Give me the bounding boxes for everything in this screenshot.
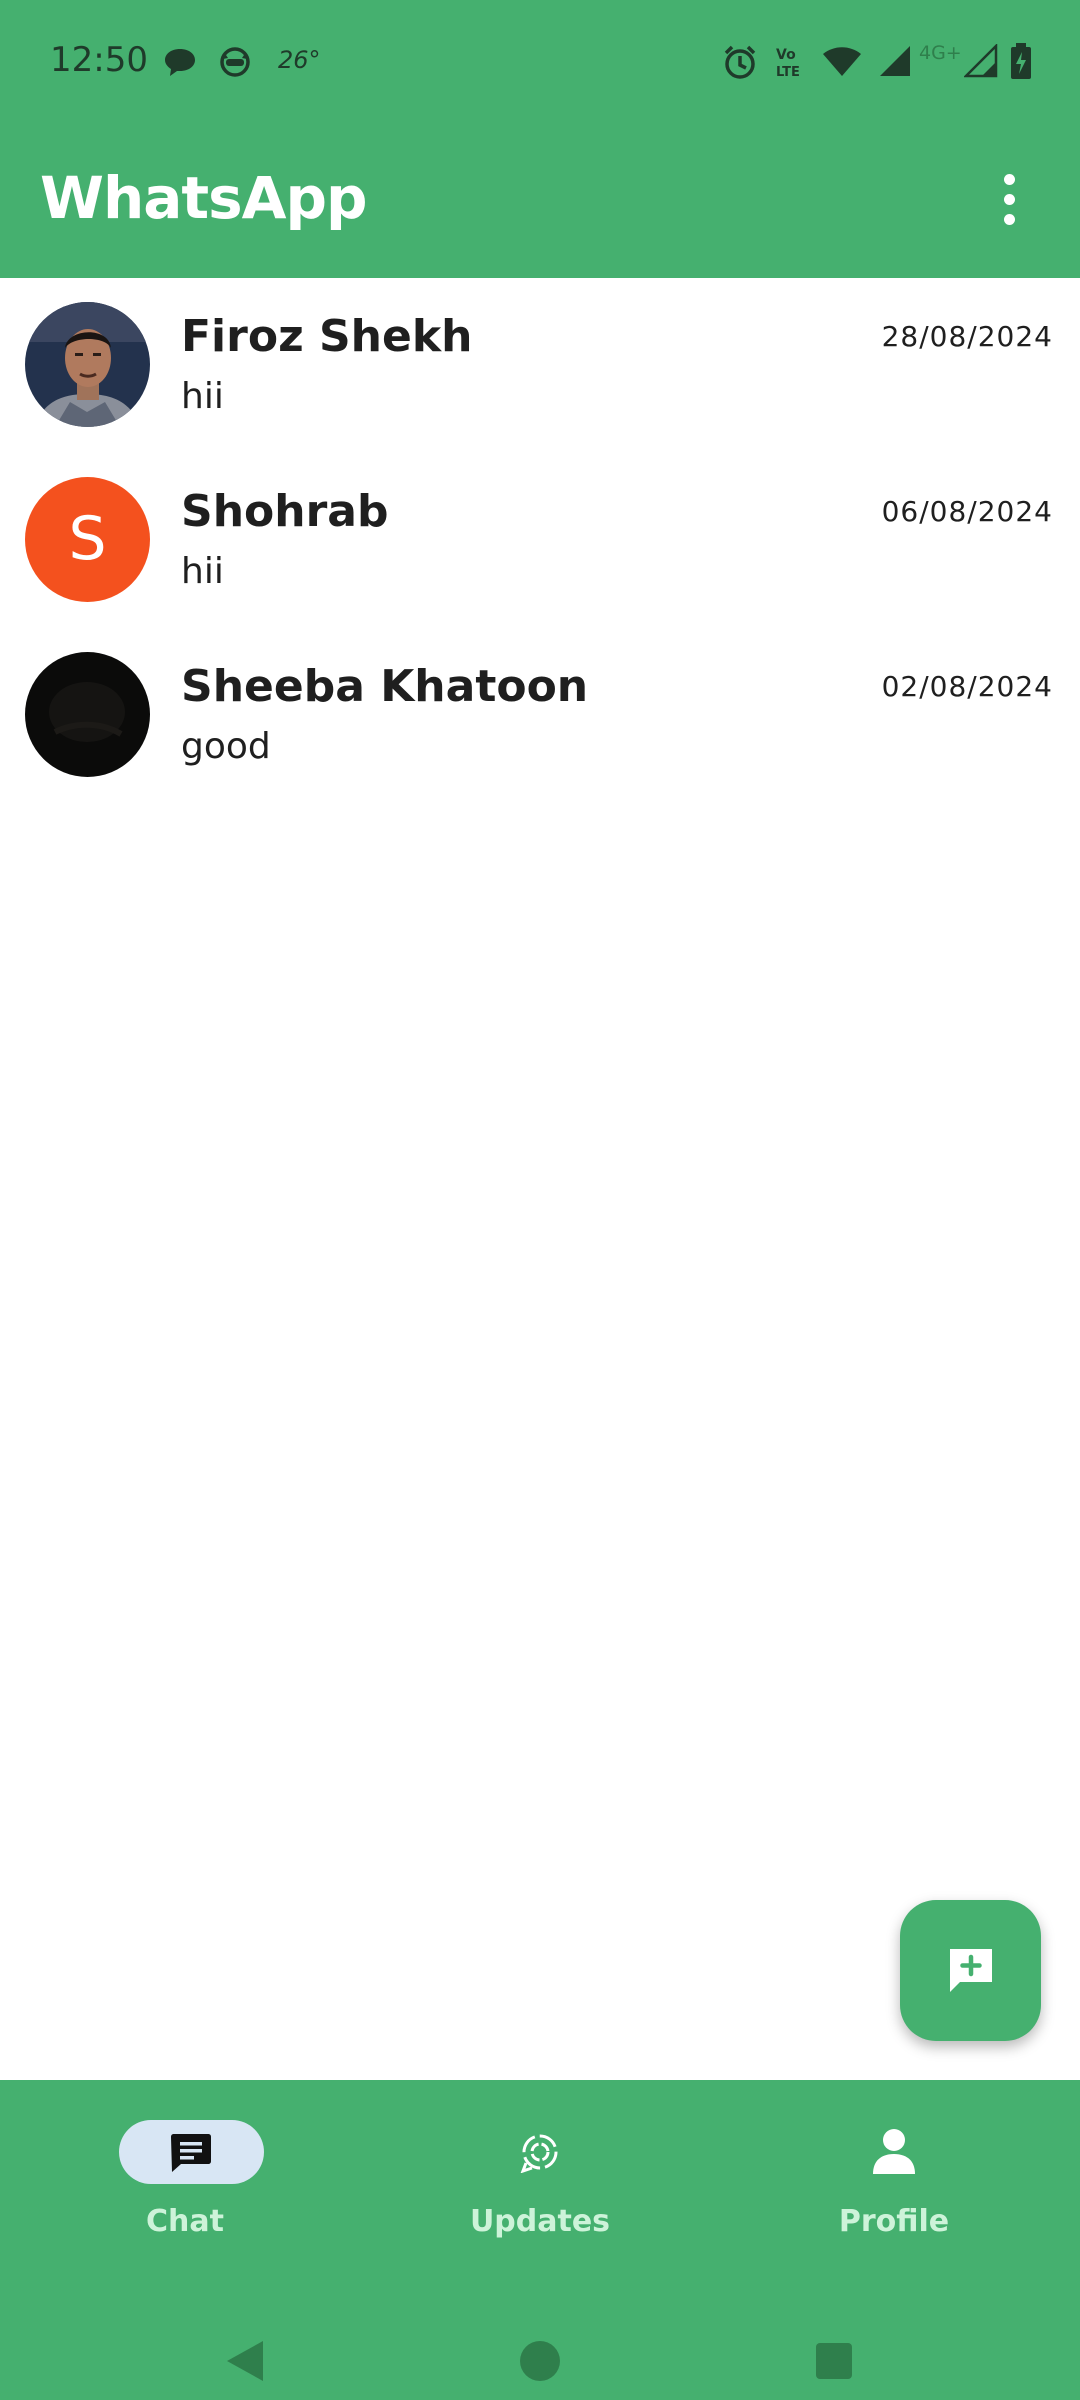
svg-text:Vo: Vo xyxy=(776,47,796,63)
avatar[interactable]: S xyxy=(25,477,150,602)
system-navigation-bar xyxy=(0,2252,1080,2400)
signal-icon xyxy=(880,46,910,76)
signal-icon-2 xyxy=(964,44,998,78)
app-title: WhatsApp xyxy=(40,164,368,232)
network-type: 4G+ xyxy=(919,42,962,64)
chat-list: Firoz Shekh hii 28/08/2024 S Shohrab hii… xyxy=(0,278,1080,803)
more-options-button[interactable] xyxy=(990,166,1030,238)
profile-icon xyxy=(873,2129,915,2174)
more-vert-icon xyxy=(1004,174,1015,185)
contact-name: Shohrab xyxy=(181,486,389,537)
chat-item-firoz-shekh[interactable]: Firoz Shekh hii 28/08/2024 xyxy=(0,278,1080,453)
nav-label-chat: Chat xyxy=(146,2204,224,2239)
contact-name: Sheeba Khatoon xyxy=(181,661,589,712)
nav-item-chat[interactable]: Chat xyxy=(5,2080,365,2252)
new-chat-button[interactable] xyxy=(900,1900,1041,2041)
bottom-navigation: Chat Updates Profile xyxy=(0,2080,1080,2252)
status-time: 12:50 xyxy=(50,40,148,80)
app-bar: WhatsApp xyxy=(0,126,1080,278)
status-bar: 12:50 26° Vo LTE 4G+ xyxy=(0,0,1080,126)
volte-icon: Vo LTE xyxy=(776,47,800,80)
svg-text:LTE: LTE xyxy=(776,65,800,80)
wifi-icon xyxy=(823,47,861,76)
avatar-photo xyxy=(25,302,150,427)
message-date: 28/08/2024 xyxy=(881,320,1053,353)
nav-item-profile[interactable]: Profile xyxy=(714,2080,1074,2252)
last-message: hii xyxy=(181,376,224,417)
recents-icon[interactable] xyxy=(815,2342,853,2380)
alarm-icon xyxy=(724,45,756,79)
back-icon[interactable] xyxy=(225,2339,265,2383)
updates-icon xyxy=(520,2134,558,2173)
last-message: hii xyxy=(181,551,224,592)
chat-item-sheeba-khatoon[interactable]: Sheeba Khatoon good 02/08/2024 xyxy=(0,628,1080,803)
temperature-text: 26° xyxy=(278,46,321,74)
nav-label-updates: Updates xyxy=(469,2204,611,2239)
home-icon[interactable] xyxy=(519,2340,561,2382)
contact-name: Firoz Shekh xyxy=(181,311,473,362)
chat-item-shohrab[interactable]: S Shohrab hii 06/08/2024 xyxy=(0,453,1080,628)
chat-icon xyxy=(171,2134,211,2172)
avatar[interactable] xyxy=(25,652,150,777)
nav-item-updates[interactable]: Updates xyxy=(360,2080,720,2252)
avatar[interactable] xyxy=(25,302,150,427)
last-message: good xyxy=(181,726,271,767)
avatar-photo xyxy=(25,652,150,777)
cat-face-icon xyxy=(220,47,250,77)
new-chat-icon xyxy=(950,1949,992,1992)
message-date: 02/08/2024 xyxy=(881,670,1053,703)
nav-label-profile: Profile xyxy=(838,2204,950,2239)
chat-bubble-icon xyxy=(165,49,195,76)
message-date: 06/08/2024 xyxy=(881,495,1053,528)
battery-charging-icon xyxy=(1011,43,1031,79)
